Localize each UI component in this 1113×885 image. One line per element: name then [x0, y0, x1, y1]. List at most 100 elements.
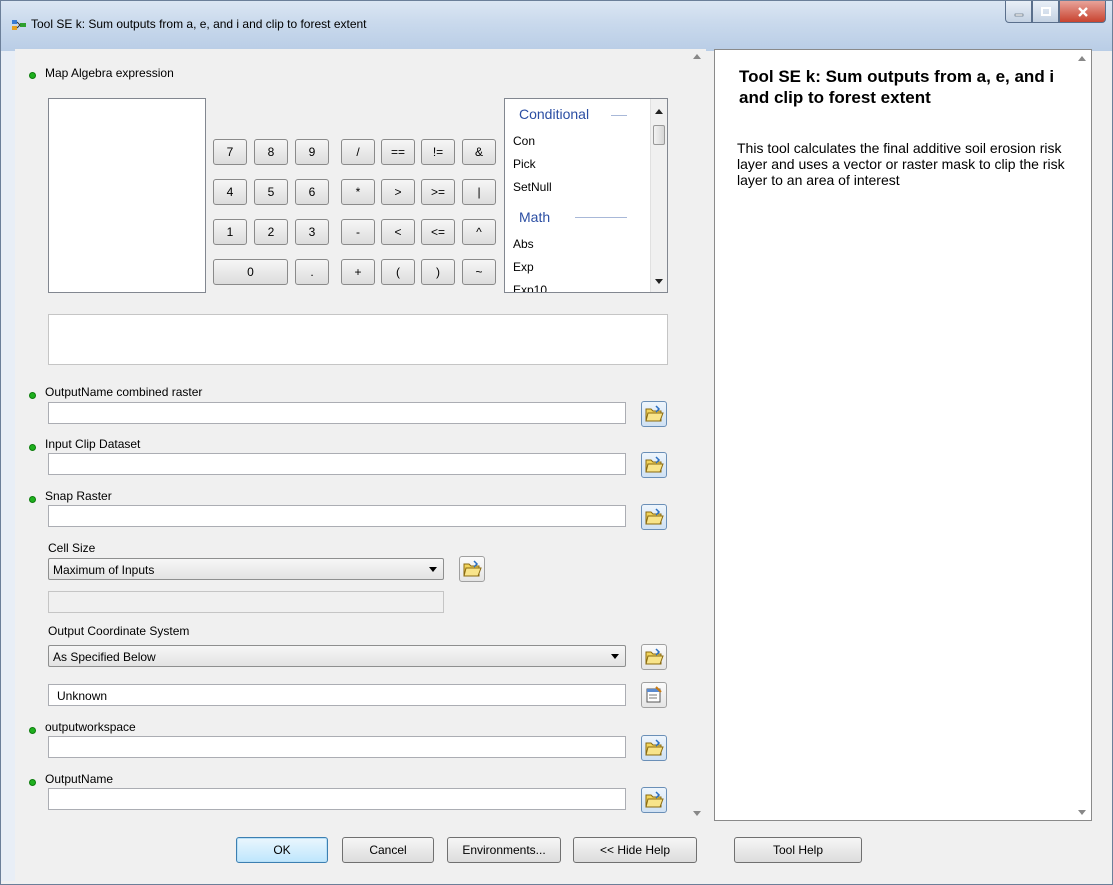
output-name-input[interactable] — [48, 788, 626, 810]
maximize-icon — [1040, 6, 1051, 16]
window-controls — [1005, 1, 1106, 23]
help-title: Tool SE k: Sum outputs from a, e, and i … — [739, 67, 1055, 107]
required-indicator-icon — [29, 496, 36, 503]
calc-button-divide[interactable]: / — [341, 139, 375, 165]
maximize-button[interactable] — [1032, 1, 1059, 23]
calc-button-minus[interactable]: - — [341, 219, 375, 245]
cell-size-dropdown[interactable]: Maximum of Inputs — [48, 558, 444, 580]
calc-button-open-paren[interactable]: ( — [381, 259, 415, 285]
function-group-conditional: Conditional — [519, 106, 590, 122]
calc-button-3[interactable]: 3 — [295, 219, 329, 245]
required-indicator-icon — [29, 72, 36, 79]
map-algebra-label: Map Algebra expression — [45, 66, 174, 80]
scroll-up-arrow-icon[interactable] — [693, 54, 701, 59]
function-group-math: Math — [519, 209, 551, 225]
title-bar[interactable]: Tool SE k: Sum outputs from a, e, and i … — [1, 1, 1112, 51]
help-scrollbar[interactable] — [1074, 50, 1091, 820]
browse-button[interactable] — [641, 787, 667, 813]
calc-button-2[interactable]: 2 — [254, 219, 288, 245]
calc-button-1[interactable]: 1 — [213, 219, 247, 245]
environments-button[interactable]: Environments... — [447, 837, 561, 863]
close-button[interactable] — [1059, 1, 1106, 23]
calc-button-and[interactable]: & — [462, 139, 496, 165]
functions-scrollbar[interactable] — [650, 99, 667, 292]
calc-button-greater-equal[interactable]: >= — [421, 179, 455, 205]
function-item[interactable]: Abs — [513, 237, 534, 251]
required-indicator-icon — [29, 779, 36, 786]
calc-button-6[interactable]: 6 — [295, 179, 329, 205]
calc-button-4[interactable]: 4 — [213, 179, 247, 205]
scroll-up-arrow-icon[interactable] — [1078, 56, 1086, 61]
coordinate-system-text-field[interactable]: Unknown — [48, 684, 626, 706]
open-folder-icon — [645, 648, 664, 665]
properties-icon — [646, 686, 662, 703]
scroll-thumb[interactable] — [653, 125, 665, 145]
function-item[interactable]: Con — [513, 134, 535, 148]
cell-size-value-field — [48, 591, 444, 613]
chevron-down-icon — [429, 567, 437, 572]
output-coordinate-system-dropdown[interactable]: As Specified Below — [48, 645, 626, 667]
snap-raster-label: Snap Raster — [45, 489, 112, 503]
calc-button-or[interactable]: | — [462, 179, 496, 205]
cancel-button[interactable]: Cancel — [342, 837, 434, 863]
chevron-down-icon — [611, 654, 619, 659]
output-coordinate-system-label: Output Coordinate System — [48, 624, 190, 638]
function-item[interactable]: SetNull — [513, 180, 552, 194]
minimize-button[interactable] — [1005, 1, 1032, 23]
tool-help-button[interactable]: Tool Help — [734, 837, 862, 863]
output-name-label: OutputName — [45, 772, 114, 786]
required-indicator-icon — [29, 727, 36, 734]
calc-button-multiply[interactable]: * — [341, 179, 375, 205]
model-tool-icon — [12, 20, 26, 30]
scroll-down-arrow-icon[interactable] — [1078, 810, 1086, 815]
browse-button[interactable] — [641, 504, 667, 530]
calc-button-8[interactable]: 8 — [254, 139, 288, 165]
help-pane: Tool SE k: Sum outputs from a, e, and i … — [714, 49, 1092, 821]
scroll-down-arrow-icon[interactable] — [693, 811, 701, 816]
open-folder-icon — [645, 405, 664, 422]
calc-button-not[interactable]: ~ — [462, 259, 496, 285]
hide-help-button[interactable]: << Hide Help — [573, 837, 697, 863]
calc-button-equal[interactable]: == — [381, 139, 415, 165]
tool-dialog-window: Tool SE k: Sum outputs from a, e, and i … — [0, 0, 1113, 885]
output-combined-raster-input[interactable] — [48, 402, 626, 424]
parameters-scrollbar[interactable] — [689, 49, 706, 821]
help-description: This tool calculates the final additive … — [737, 140, 1065, 188]
function-item[interactable]: Pick — [513, 157, 536, 171]
required-indicator-icon — [29, 392, 36, 399]
ok-button[interactable]: OK — [236, 837, 328, 863]
open-folder-icon — [645, 739, 664, 756]
calc-button-xor[interactable]: ^ — [462, 219, 496, 245]
calc-button-greater[interactable]: > — [381, 179, 415, 205]
browse-button[interactable] — [641, 644, 667, 670]
functions-list[interactable]: Conditional Con Pick SetNull Math Abs Ex… — [504, 98, 668, 293]
close-icon — [1077, 6, 1088, 17]
raster-layers-list[interactable] — [48, 98, 206, 293]
input-clip-dataset-input[interactable] — [48, 453, 626, 475]
browse-button[interactable] — [641, 735, 667, 761]
calc-button-close-paren[interactable]: ) — [421, 259, 455, 285]
calc-button-plus[interactable]: + — [341, 259, 375, 285]
calc-button-less[interactable]: < — [381, 219, 415, 245]
output-workspace-input[interactable] — [48, 736, 626, 758]
output-combined-raster-label: OutputName combined raster — [45, 385, 203, 399]
browse-button[interactable] — [459, 556, 485, 582]
function-item[interactable]: Exp — [513, 260, 534, 274]
calc-button-0[interactable]: 0 — [213, 259, 288, 285]
calc-button-less-equal[interactable]: <= — [421, 219, 455, 245]
browse-button[interactable] — [641, 452, 667, 478]
calc-button-decimal[interactable]: . — [295, 259, 329, 285]
function-item[interactable]: Exp10 — [513, 283, 547, 292]
browse-button[interactable] — [641, 401, 667, 427]
calc-button-7[interactable]: 7 — [213, 139, 247, 165]
spatial-reference-properties-button[interactable] — [641, 682, 667, 708]
calc-button-9[interactable]: 9 — [295, 139, 329, 165]
expression-textarea[interactable] — [48, 314, 668, 365]
calc-button-not-equal[interactable]: != — [421, 139, 455, 165]
scroll-down-arrow-icon[interactable] — [655, 279, 663, 284]
divider — [611, 115, 627, 116]
scroll-up-arrow-icon[interactable] — [655, 109, 663, 114]
required-indicator-icon — [29, 444, 36, 451]
calc-button-5[interactable]: 5 — [254, 179, 288, 205]
snap-raster-input[interactable] — [48, 505, 626, 527]
